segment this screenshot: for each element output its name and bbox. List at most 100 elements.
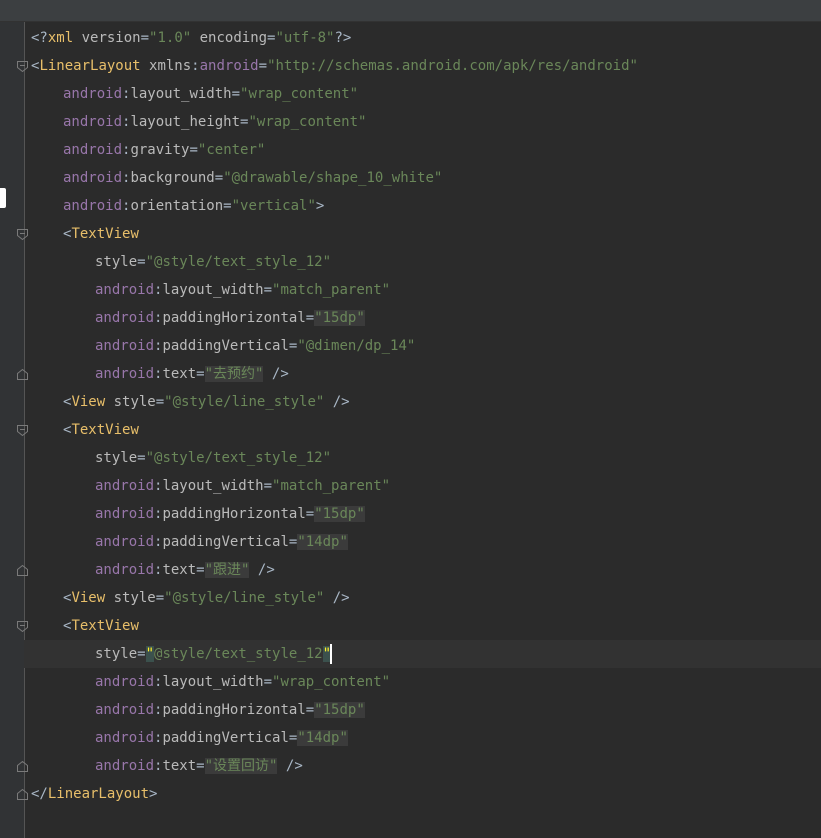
code-token-valhl: "14dp" xyxy=(297,730,348,746)
code-token-attr: text xyxy=(162,758,197,774)
code-line[interactable]: <TextView xyxy=(24,220,821,248)
code-token-attr: text xyxy=(162,366,197,382)
code-token-attr: paddingHorizontal xyxy=(162,310,306,326)
code-token-ns: android xyxy=(95,534,155,550)
code-line[interactable]: android:paddingHorizontal="15dp" xyxy=(24,696,821,724)
code-token-val: "wrap_content" xyxy=(240,86,359,102)
code-token-val: "http://schemas.android.com/apk/res/andr… xyxy=(267,58,638,74)
code-line-text: <TextView xyxy=(63,416,139,444)
code-line-text: style="@style/text_style_12" xyxy=(95,640,333,668)
code-token-attr: paddingHorizontal xyxy=(162,506,306,522)
code-token-valhl: "14dp" xyxy=(297,534,348,550)
code-token-attr: style xyxy=(95,254,138,270)
code-token-attr: background xyxy=(130,170,215,186)
code-token-attr: layout_height xyxy=(130,114,241,130)
code-line[interactable]: android:layout_height="wrap_content" xyxy=(24,108,821,136)
editor-gutter[interactable] xyxy=(0,22,28,838)
code-line-text: android:layout_width="wrap_content" xyxy=(63,80,358,108)
code-line[interactable]: android:text="去预约" /> xyxy=(24,360,821,388)
code-token-punct: </ xyxy=(31,786,48,802)
code-token-punct: = xyxy=(137,646,146,662)
code-line[interactable]: android:text="跟进" /> xyxy=(24,556,821,584)
code-token-attr: style xyxy=(105,394,156,410)
code-token-punct: = xyxy=(196,366,205,382)
code-line[interactable]: android:gravity="center" xyxy=(24,136,821,164)
code-line-text: android:layout_height="wrap_content" xyxy=(63,108,366,136)
code-line[interactable]: android:paddingHorizontal="15dp" xyxy=(24,500,821,528)
code-line[interactable]: android:paddingVertical="@dimen/dp_14" xyxy=(24,332,821,360)
code-token-tag: TextView xyxy=(71,422,139,438)
code-line[interactable]: android:background="@drawable/shape_10_w… xyxy=(24,164,821,192)
code-line[interactable]: style="@style/text_style_12" xyxy=(24,444,821,472)
code-token-ns: android xyxy=(63,114,123,130)
code-line[interactable]: android:paddingVertical="14dp" xyxy=(24,724,821,752)
code-token-tag: View xyxy=(71,394,106,410)
code-token-attr: paddingVertical xyxy=(162,534,289,550)
code-line[interactable]: android:text="设置回访" /> xyxy=(24,752,821,780)
code-token-punct: = xyxy=(196,562,205,578)
code-token-valhl: "跟进" xyxy=(204,562,250,578)
code-token-valhl: "去预约" xyxy=(204,366,264,382)
code-line-text: android:paddingVertical="14dp" xyxy=(95,724,348,752)
code-token-punct: = xyxy=(305,310,315,326)
code-token-punct: = xyxy=(263,674,273,690)
code-token-ns: android xyxy=(95,674,155,690)
code-line-text: android:text="去预约" /> xyxy=(95,360,289,388)
code-line-text: <TextView xyxy=(63,612,139,640)
code-line-text: style="@style/text_style_12" xyxy=(95,248,331,276)
code-token-tag: xml xyxy=(47,30,74,46)
code-line-text: android:gravity="center" xyxy=(63,136,265,164)
code-line-text: android:layout_width="match_parent" xyxy=(95,472,390,500)
code-line[interactable]: android:paddingHorizontal="15dp" xyxy=(24,304,821,332)
code-token-attr: layout_width xyxy=(162,674,264,690)
code-line[interactable]: <View style="@style/line_style" /> xyxy=(24,388,821,416)
code-line[interactable]: </LinearLayout> xyxy=(24,780,821,808)
code-token-val: "match_parent" xyxy=(272,478,391,494)
code-line[interactable]: <TextView xyxy=(24,612,821,640)
code-line[interactable]: android:layout_width="match_parent" xyxy=(24,276,821,304)
code-token-val: "@dimen/dp_14" xyxy=(297,338,416,354)
code-token-ns: android xyxy=(95,478,155,494)
code-line-text: </LinearLayout> xyxy=(31,780,157,808)
code-line[interactable]: android:layout_width="wrap_content" xyxy=(24,80,821,108)
code-token-punct: = xyxy=(189,142,198,158)
code-token-tag: TextView xyxy=(71,618,139,634)
code-token-attr: layout_width xyxy=(162,282,264,298)
code-line[interactable]: android:layout_width="wrap_content" xyxy=(24,668,821,696)
code-line[interactable]: <View style="@style/line_style" /> xyxy=(24,584,821,612)
code-line-text: android:background="@drawable/shape_10_w… xyxy=(63,164,442,192)
code-token-ns: android xyxy=(95,562,155,578)
code-token-val: "match_parent" xyxy=(272,282,391,298)
code-token-valhl: "15dp" xyxy=(314,702,365,718)
code-line[interactable]: android:orientation="vertical"> xyxy=(24,192,821,220)
code-token-punct: = xyxy=(258,58,268,74)
code-token-val: "center" xyxy=(197,142,266,158)
code-line[interactable]: <TextView xyxy=(24,416,821,444)
code-token-ns: android xyxy=(63,142,123,158)
code-line[interactable]: style="@style/text_style_12" xyxy=(24,248,821,276)
code-line-text: android:paddingVertical="@dimen/dp_14" xyxy=(95,332,415,360)
code-token-punct: = xyxy=(196,758,205,774)
code-token-ns: android xyxy=(95,506,155,522)
code-token-ns: android xyxy=(63,198,123,214)
text-caret xyxy=(330,644,333,664)
code-line[interactable]: <LinearLayout xmlns:android="http://sche… xyxy=(24,52,821,80)
code-token-val: @style/text_style_12 xyxy=(154,646,323,662)
code-token-attr: layout_width xyxy=(130,86,232,102)
code-token-attr: orientation xyxy=(130,198,224,214)
code-line[interactable]: <?xml version="1.0" encoding="utf-8"?> xyxy=(24,24,821,52)
code-line[interactable]: android:paddingVertical="14dp" xyxy=(24,528,821,556)
code-token-attr: style xyxy=(105,590,156,606)
code-line-text: android:paddingHorizontal="15dp" xyxy=(95,304,365,332)
code-line-text: android:paddingVertical="14dp" xyxy=(95,528,348,556)
code-token-ns: android xyxy=(63,170,123,186)
code-line[interactable]: android:layout_width="match_parent" xyxy=(24,472,821,500)
code-token-matchq: " xyxy=(145,646,155,662)
code-token-attr: gravity xyxy=(130,142,190,158)
code-token-attr: style xyxy=(95,450,138,466)
code-token-valhl: "15dp" xyxy=(314,506,365,522)
code-token-punct: /> xyxy=(249,562,275,578)
code-line[interactable]: style="@style/text_style_12" xyxy=(24,640,821,668)
code-token-punct: /> xyxy=(277,758,303,774)
code-token-val: "utf-8" xyxy=(275,30,335,46)
